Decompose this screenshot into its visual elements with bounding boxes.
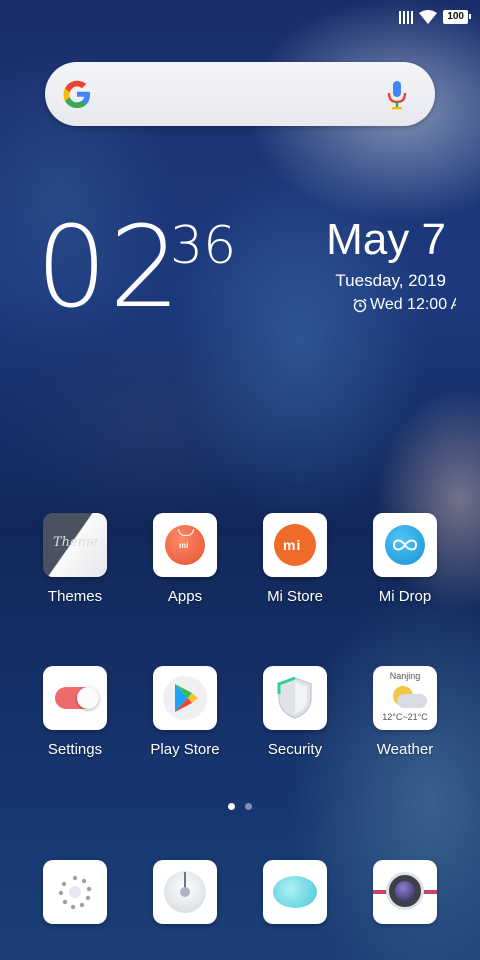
page-dot-active[interactable] <box>228 803 235 810</box>
dock-camera[interactable] <box>350 860 460 924</box>
page-indicator[interactable] <box>228 803 252 810</box>
camera-icon[interactable] <box>373 860 437 924</box>
app-label: Settings <box>47 741 103 758</box>
weather-icon[interactable]: Nanjing 12°C~21°C <box>373 666 437 730</box>
app-label: Mi Store <box>267 588 323 605</box>
status-bar: 100 <box>399 8 471 26</box>
google-logo-icon[interactable] <box>61 78 93 110</box>
weather-temp: 12°C~21°C <box>382 712 428 722</box>
app-label: Weather <box>376 741 434 758</box>
dock-phone[interactable] <box>20 860 130 924</box>
page-dot[interactable] <box>245 803 252 810</box>
google-search-bar[interactable] <box>45 62 435 126</box>
next-alarm: Wed 12:00 AM <box>352 296 456 314</box>
date-weekday: Tuesday, 2019 <box>335 271 446 290</box>
app-label: Play Store <box>150 741 220 758</box>
signal-icon <box>399 10 414 24</box>
security-shield-icon[interactable] <box>263 666 327 730</box>
app-apps[interactable]: mi Apps <box>130 513 240 605</box>
app-mi-drop[interactable]: Mi Drop <box>350 513 460 605</box>
play-store-icon[interactable] <box>153 666 217 730</box>
date-day[interactable]: May 7 <box>326 218 446 262</box>
app-label: Apps <box>167 588 203 605</box>
mi-store-icon[interactable]: mi <box>263 513 327 577</box>
app-play-store[interactable]: Play Store <box>130 666 240 758</box>
mi-drop-icon[interactable] <box>373 513 437 577</box>
mic-icon[interactable] <box>385 80 409 110</box>
themes-tile-text: Theme <box>53 535 98 550</box>
dock-compass[interactable] <box>130 860 240 924</box>
app-mi-store[interactable]: mi Mi Store <box>240 513 350 605</box>
app-settings[interactable]: Settings <box>20 666 130 758</box>
app-themes[interactable]: Theme Themes <box>20 513 130 605</box>
clock-minutes[interactable]: 36 <box>170 220 236 272</box>
weather-city: Nanjing <box>389 671 421 681</box>
app-weather[interactable]: Nanjing 12°C~21°C Weather <box>350 666 460 758</box>
compass-icon[interactable] <box>153 860 217 924</box>
themes-icon[interactable]: Theme <box>43 513 107 577</box>
alarm-text: Wed 12:00 AM <box>370 296 456 313</box>
app-label: Themes <box>47 588 103 605</box>
wifi-icon <box>419 10 438 24</box>
clock-hours[interactable]: 02 <box>36 212 183 324</box>
dock-messages[interactable] <box>240 860 350 924</box>
settings-toggle-icon[interactable] <box>43 666 107 730</box>
phone-dialer-icon[interactable] <box>43 860 107 924</box>
app-label: Security <box>267 741 323 758</box>
apps-icon[interactable]: mi <box>153 513 217 577</box>
alarm-clock-icon <box>353 298 367 313</box>
app-label: Mi Drop <box>378 588 432 605</box>
messages-icon[interactable] <box>263 860 327 924</box>
app-security[interactable]: Security <box>240 666 350 758</box>
battery-indicator: 100 <box>443 10 471 24</box>
